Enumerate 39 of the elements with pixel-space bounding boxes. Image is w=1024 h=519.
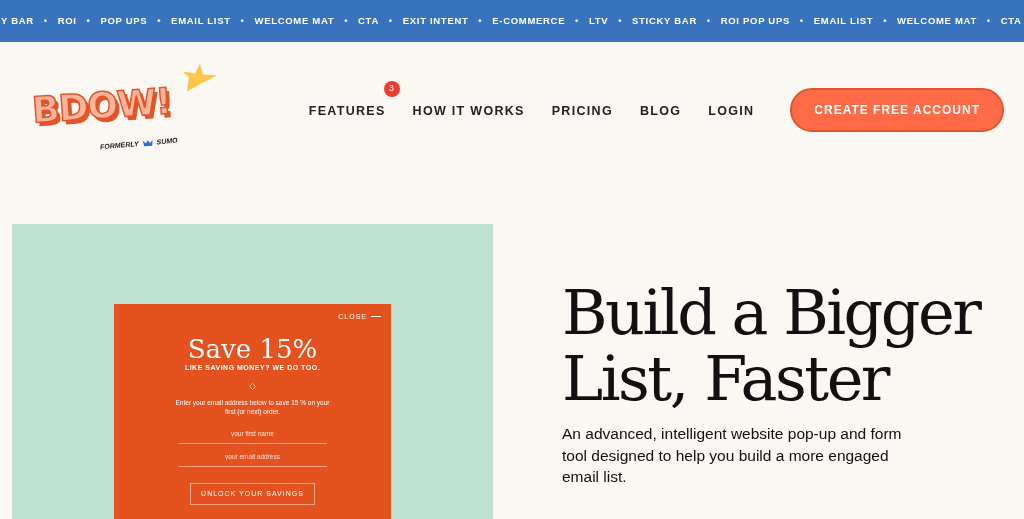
- nav-link[interactable]: PRICING: [551, 103, 613, 118]
- ticker-item: EXIT INTENT: [402, 13, 469, 28]
- count-badge: 3: [383, 80, 400, 97]
- hero-heading: Build a Bigger List, Faster: [562, 280, 982, 412]
- ticker-item: STICKY BAR: [632, 13, 697, 28]
- separator-dot: •: [575, 13, 580, 28]
- ticker-item: WELCOME MAT: [897, 13, 977, 28]
- separator-dot: •: [883, 13, 888, 28]
- ticker-item: ROI POP UPS: [720, 13, 790, 28]
- separator-dot: •: [618, 13, 623, 28]
- separator-dot: •: [388, 13, 393, 28]
- ticker-item: CTA: [1000, 13, 1022, 28]
- separator-dot: •: [478, 13, 483, 28]
- ticker-item: Y BAR: [1, 13, 34, 28]
- diamond-icon: [249, 382, 256, 390]
- separator-dot: •: [240, 13, 245, 28]
- crown-icon: [142, 139, 153, 147]
- nav-link[interactable]: LOGIN: [708, 103, 755, 118]
- ticker-item: WELCOME MAT: [254, 13, 335, 28]
- ticker-item: LTV: [588, 13, 609, 28]
- ticker-item: E-COMMERCE: [492, 13, 566, 28]
- popup-title: Save 15%: [186, 334, 319, 364]
- separator-dot: •: [86, 13, 91, 28]
- nav-link[interactable]: HOW IT WORKS: [412, 103, 525, 118]
- separator-dot: •: [799, 13, 804, 28]
- ticker-item: EMAIL LIST: [813, 13, 874, 28]
- nav-link[interactable]: FEATURES: [308, 103, 386, 118]
- dash-icon: [371, 316, 381, 319]
- ticker-item: ROI: [57, 13, 77, 28]
- nav-link[interactable]: BLOG: [639, 103, 682, 118]
- ticker-item: POP UPS: [100, 13, 148, 28]
- separator-dot: •: [706, 13, 711, 28]
- separator-dot: •: [344, 13, 349, 28]
- ticker-item: CTA: [358, 13, 379, 28]
- ticker-item: EMAIL LIST: [171, 13, 231, 28]
- separator-dot: •: [43, 13, 48, 28]
- hero-description: An advanced, intelligent website pop-up and form tool designed to help you build a more engaged email list.: [562, 424, 903, 487]
- separator-dot: •: [986, 13, 991, 28]
- separator-dot: •: [157, 13, 162, 28]
